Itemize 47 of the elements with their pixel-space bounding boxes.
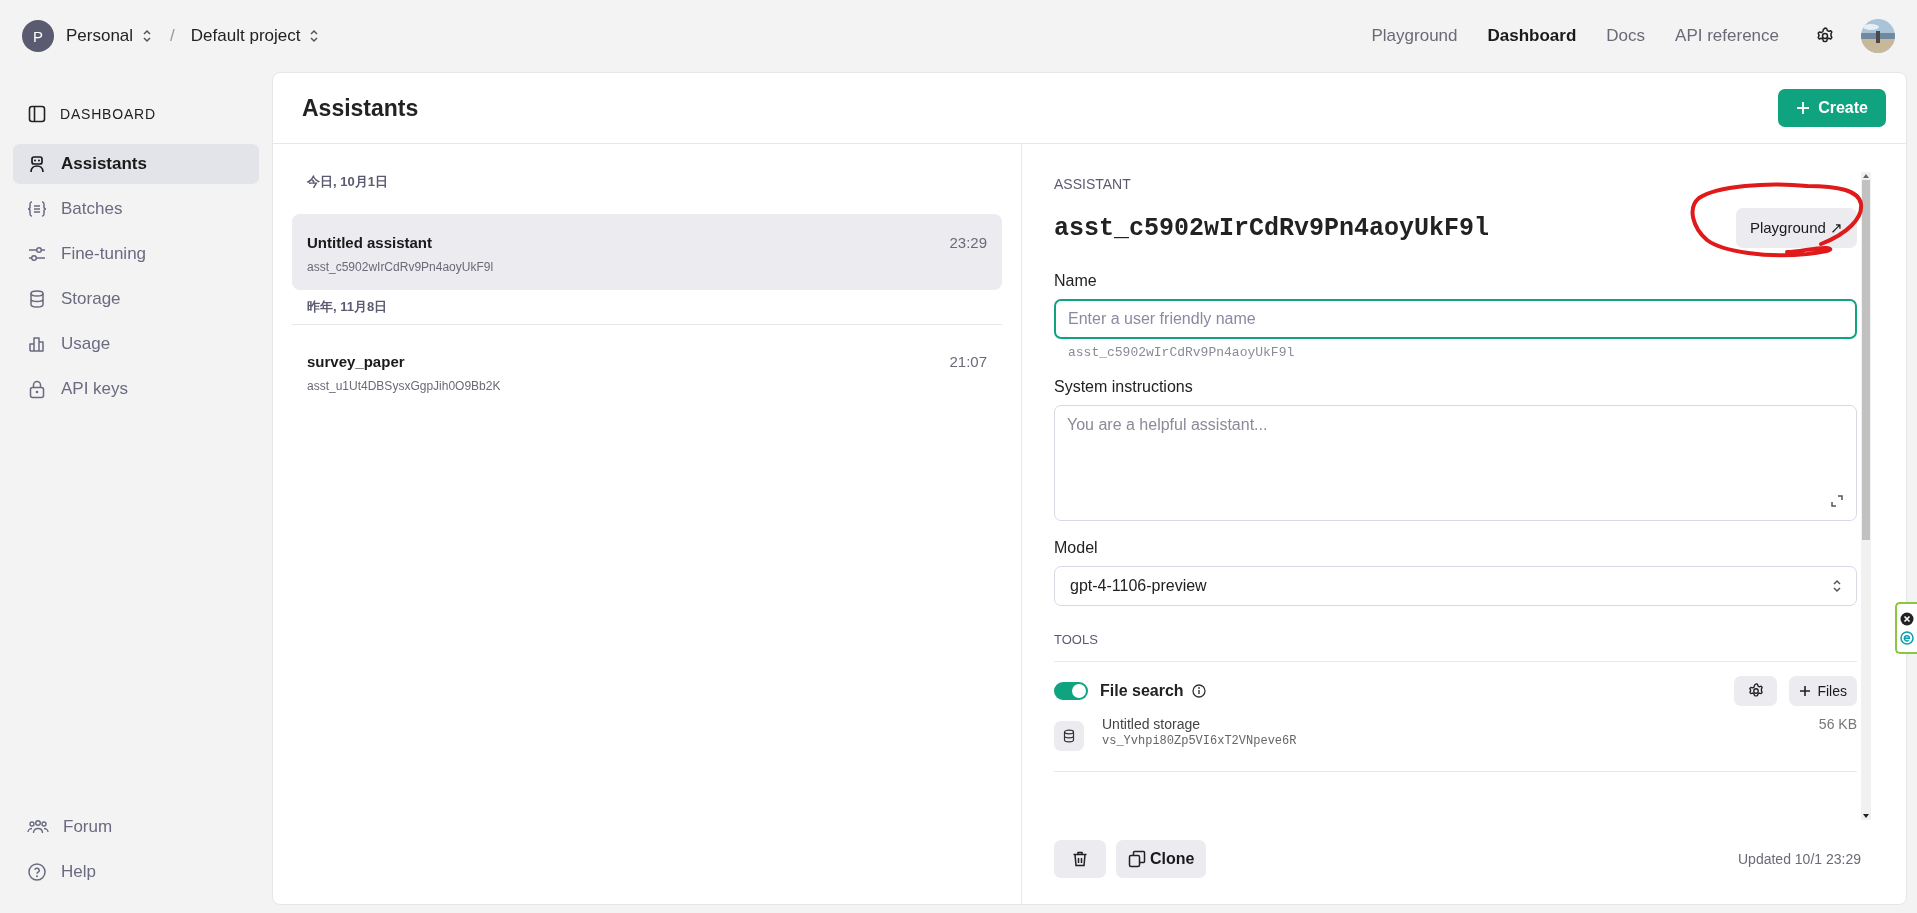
sidebar-item[interactable]: Usage (13, 324, 259, 364)
name-input[interactable]: Enter a user friendly name (1054, 299, 1857, 339)
org-avatar: P (22, 20, 54, 52)
instructions-textarea[interactable]: You are a helpful assistant... (1054, 405, 1857, 521)
assistant-id: asst_u1Ut4DBSysxGgpJih0O9Bb2K (307, 379, 502, 393)
clone-button[interactable]: Clone (1116, 840, 1207, 878)
section-label: ASSISTANT (1054, 176, 1132, 192)
sidebar-item[interactable]: Batches (13, 189, 259, 229)
assistant-time: 21:07 (949, 353, 987, 370)
nav-link[interactable]: API reference (1675, 26, 1779, 46)
nav-link[interactable]: Docs (1606, 26, 1646, 46)
assistant-name: survey_paper (307, 353, 405, 370)
storage-size: 56 KB (1818, 716, 1857, 732)
sidebar-item[interactable]: API keys (13, 369, 259, 409)
name-hint: asst_c5902wIrCdRv9Pn4aoyUkF9l (1067, 344, 1296, 360)
page-title: Assistants (302, 94, 419, 122)
sidebar-item[interactable]: Assistants (13, 144, 259, 184)
nav-link[interactable]: Playground (1371, 26, 1458, 46)
assistant-id: asst_c5902wIrCdRv9Pn4aoyUkF9l (307, 260, 495, 274)
create-button[interactable]: Create (1778, 89, 1886, 127)
field-label: Model (1054, 539, 1099, 557)
date-heading: 昨年, 11月8日 (292, 290, 1002, 325)
field-label: System instructions (1054, 378, 1194, 396)
sidebar-title: DASHBOARD (60, 106, 156, 122)
assistant-time: 23:29 (949, 234, 987, 251)
nav-link[interactable]: Dashboard (1487, 26, 1577, 46)
playground-button[interactable]: Playground ↗ (1735, 208, 1857, 248)
field-label: Name (1054, 272, 1098, 290)
updated-timestamp: Updated 10/1 23:29 (1738, 851, 1861, 867)
sidebar-item[interactable]: Fine-tuning (13, 234, 259, 274)
add-files-button[interactable]: Files (1789, 676, 1857, 706)
sidebar-item[interactable]: Storage (13, 279, 259, 319)
model-select[interactable]: gpt-4-1106-preview (1054, 566, 1857, 606)
sidebar-item[interactable]: Help (13, 852, 259, 892)
assistant-id-heading: asst_c5902wIrCdRv9Pn4aoyUkF9l (1054, 213, 1490, 243)
storage-name: Untitled storage (1102, 716, 1202, 732)
assistant-name: Untitled assistant (307, 234, 433, 251)
project-switcher[interactable]: Default project (190, 26, 320, 46)
assistant-list-item[interactable]: survey_paper 21:07 asst_u1Ut4DBSysxGgpJih0O9Bb2K (292, 333, 1002, 409)
assistant-list-item[interactable]: Untitled assistant 23:29 asst_c5902wIrCdRv9Pn4aoyUkF9l (292, 214, 1002, 290)
tool-name: File search (1100, 682, 1184, 700)
breadcrumb-separator: / (170, 26, 175, 46)
section-label: TOOLS (1054, 632, 1857, 662)
sidebar-item[interactable]: Forum (13, 807, 259, 847)
date-heading: 今日, 10月1日 (306, 173, 389, 191)
org-switcher[interactable]: Personal (66, 26, 153, 46)
storage-id: vs_Yvhpi80Zp5VI6xT2VNpeve6R (1102, 734, 1297, 748)
